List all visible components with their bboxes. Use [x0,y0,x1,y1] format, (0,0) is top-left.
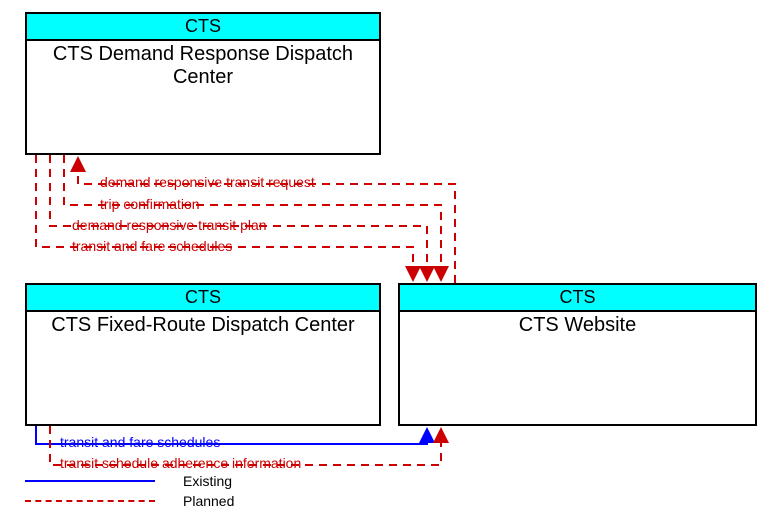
node-header: CTS [27,285,379,312]
legend: Existing Planned [25,471,234,511]
legend-row-existing: Existing [25,471,234,491]
node-fixed-route: CTS CTS Fixed-Route Dispatch Center [25,283,381,426]
node-title: CTS Demand Response Dispatch Center [27,41,379,91]
node-header: CTS [27,14,379,41]
flow-label-f2: trip confirmation [100,196,200,212]
legend-line-planned [25,500,155,502]
flow-label-f3: demand responsive transit plan [72,217,267,233]
node-title: CTS Website [400,312,755,339]
node-demand-response: CTS CTS Demand Response Dispatch Center [25,12,381,155]
flow-label-f5: transit and fare schedules [60,434,220,450]
legend-label-existing: Existing [183,473,232,489]
flow-label-f4: transit and fare schedules [72,238,232,254]
node-title: CTS Fixed-Route Dispatch Center [27,312,379,339]
node-website: CTS CTS Website [398,283,757,426]
legend-label-planned: Planned [183,493,234,509]
legend-row-planned: Planned [25,491,234,511]
flow-label-f1: demand responsive transit request [100,174,315,190]
legend-line-existing [25,480,155,482]
flow-label-f6: transit schedule adherence information [60,455,301,471]
node-header: CTS [400,285,755,312]
